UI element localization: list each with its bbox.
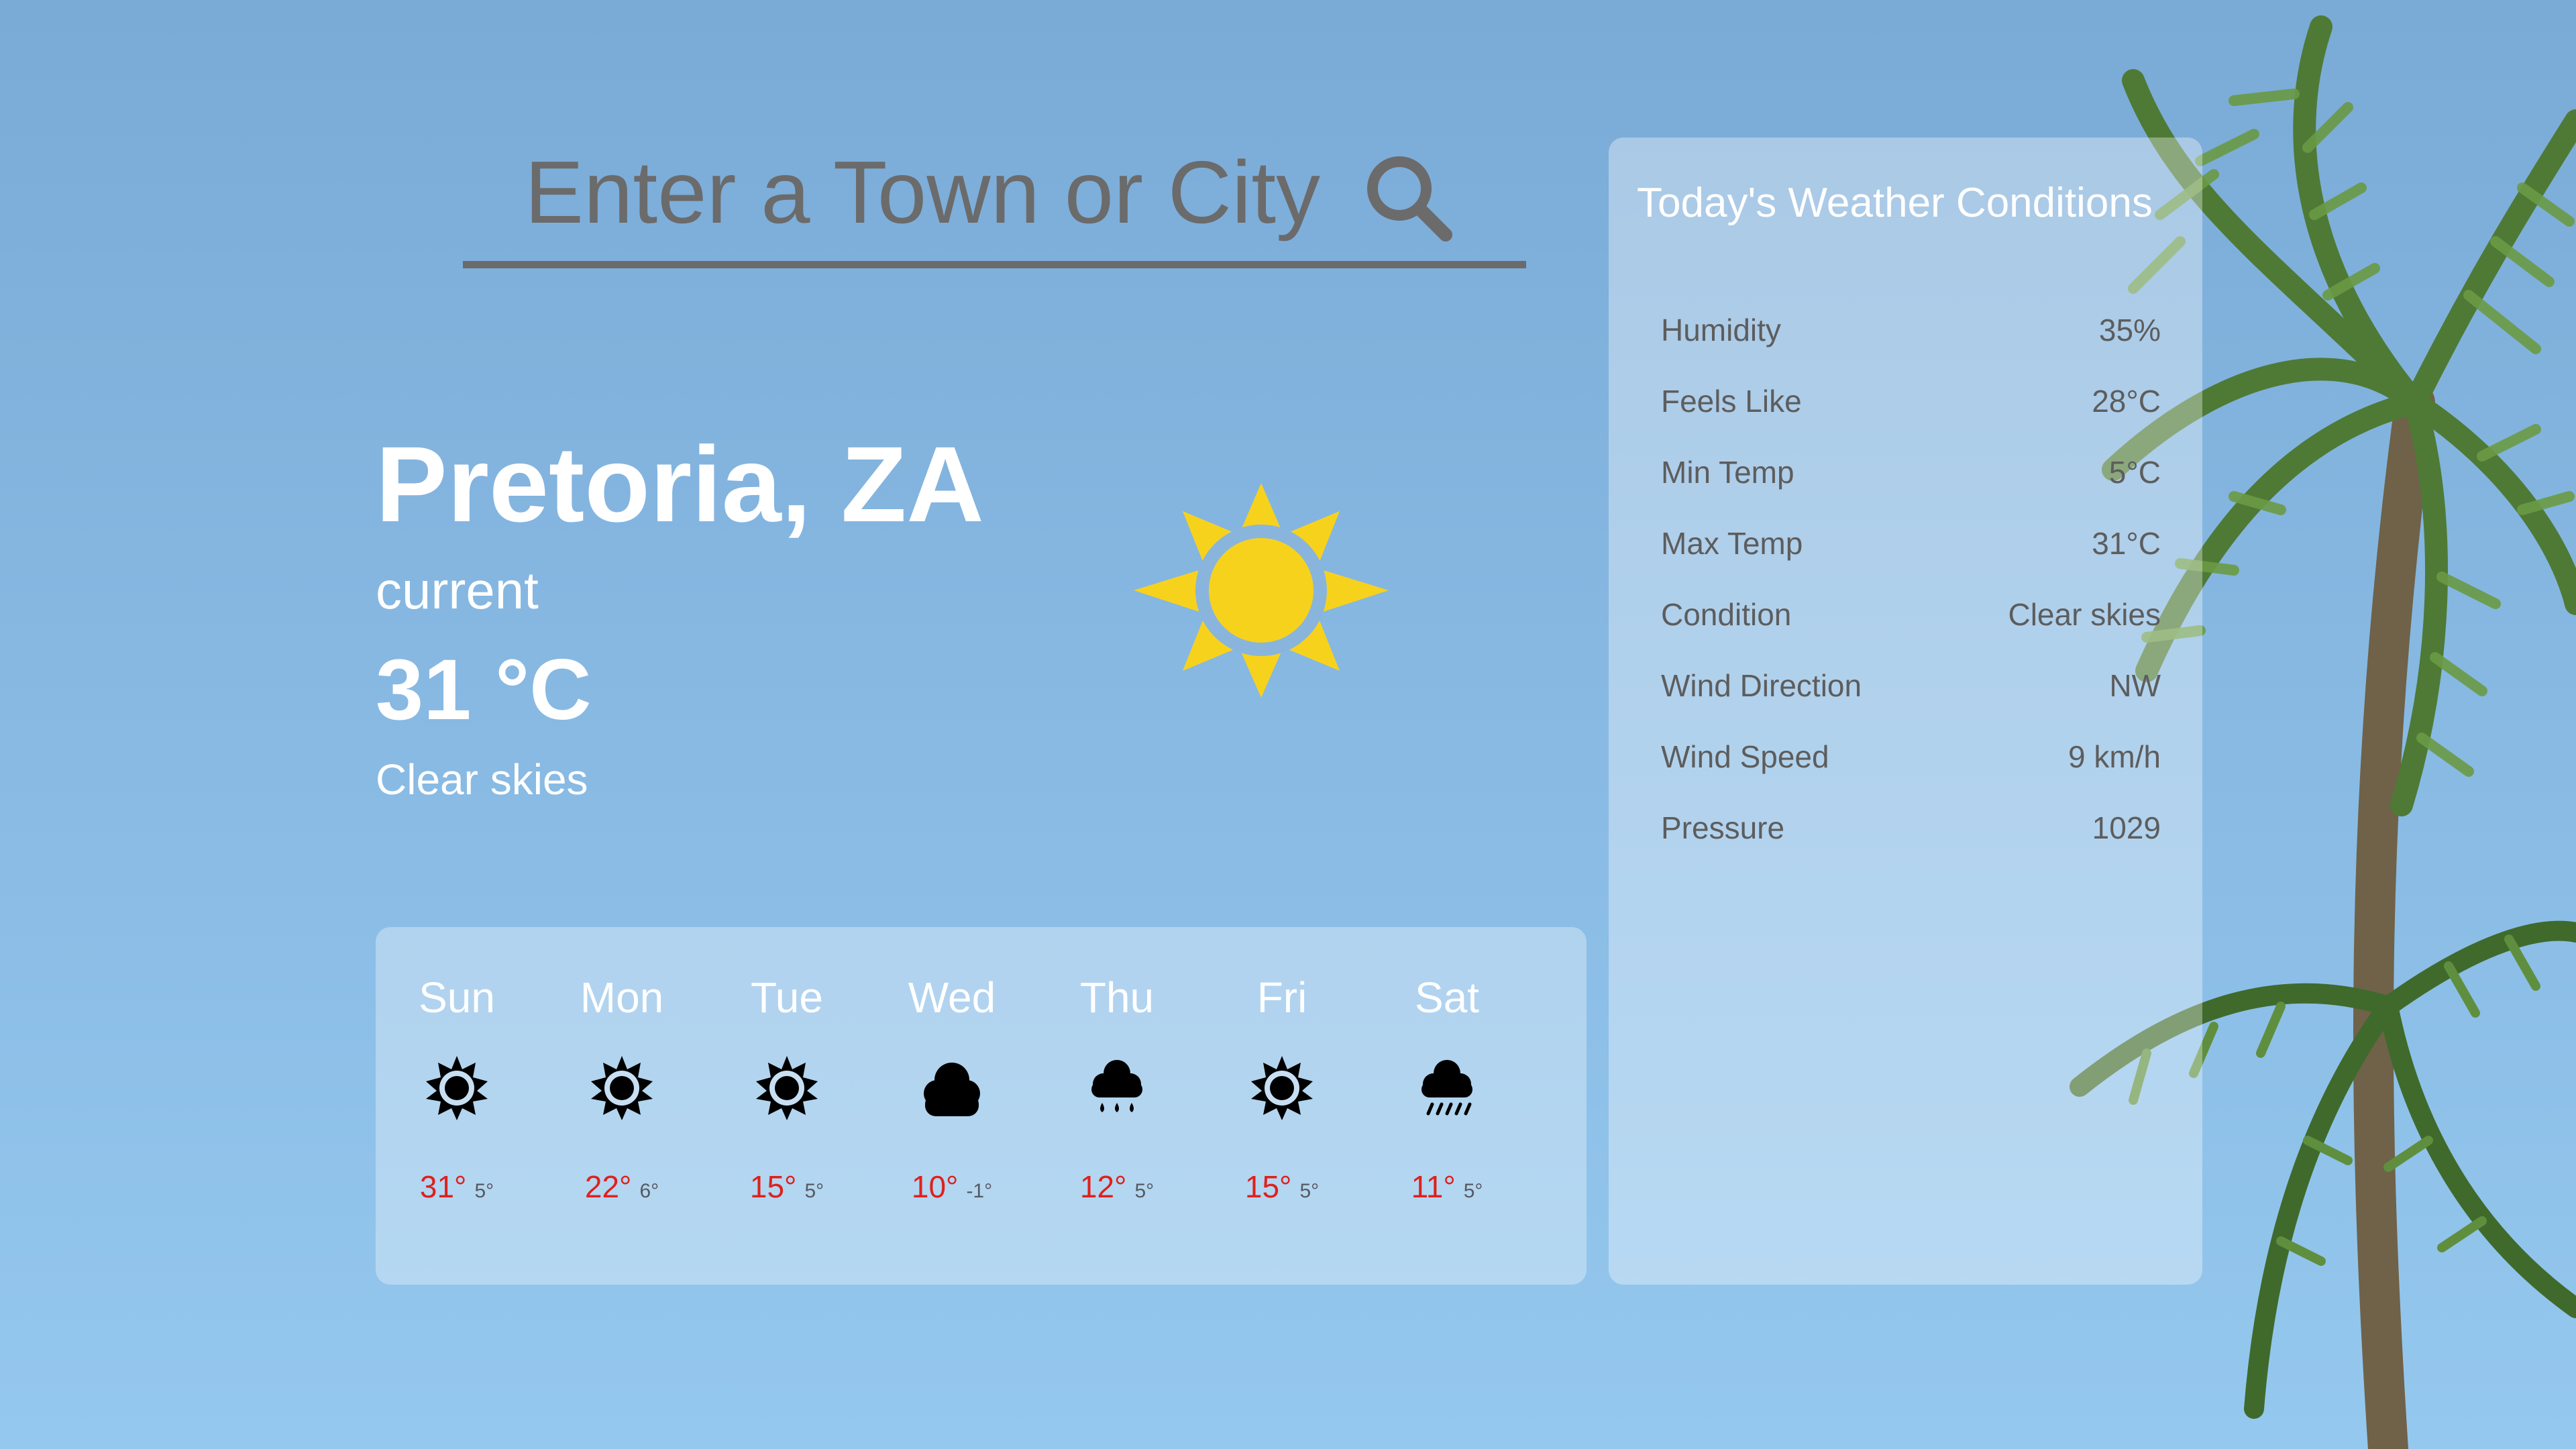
- day-low: -1°: [966, 1180, 993, 1202]
- rain-icon: [1091, 1060, 1142, 1112]
- condition-label: Wind Direction: [1661, 668, 1862, 703]
- day-high: 22°: [584, 1169, 632, 1204]
- search-input[interactable]: [523, 141, 1398, 243]
- day-name: Tue: [751, 973, 823, 1022]
- day-name: Mon: [580, 973, 664, 1022]
- condition-row-wind-direction: Wind Direction NW: [1661, 667, 2161, 714]
- condition-label: Condition: [1661, 597, 1792, 632]
- condition-value: 35%: [2098, 313, 2161, 347]
- conditions-title: Today's Weather Conditions: [1637, 180, 2153, 226]
- day-temps: 15° 5°: [706, 1169, 867, 1205]
- day-high: 10°: [911, 1169, 959, 1204]
- weather-app: Pretoria, ZA current 31 °C Clear skies S…: [0, 0, 2576, 1449]
- condition-row-feels-like: Feels Like 28°C: [1661, 383, 2161, 430]
- day-low: 5°: [804, 1180, 824, 1202]
- condition-label: Min Temp: [1661, 455, 1794, 490]
- condition-row-min-temp: Min Temp 5°C: [1661, 454, 2161, 501]
- city-name: Pretoria, ZA: [376, 424, 984, 544]
- day-low: 6°: [639, 1180, 659, 1202]
- day-high: 31°: [419, 1169, 467, 1204]
- forecast-day: Sun 31° 5°: [376, 927, 537, 1285]
- conditions-panel: Today's Weather Conditions Humidity 35% …: [1609, 138, 2202, 1285]
- day-high: 15°: [749, 1169, 797, 1204]
- condition-value: 1029: [2092, 810, 2161, 845]
- forecast-panel: Sun 31° 5° Mon 22° 6° Tue 15° 5° Wed 10°…: [376, 927, 1587, 1285]
- day-temps: 11° 5°: [1366, 1169, 1527, 1205]
- condition-row-max-temp: Max Temp 31°C: [1661, 525, 2161, 572]
- day-low: 5°: [474, 1180, 494, 1202]
- condition-label: Wind Speed: [1661, 739, 1829, 774]
- day-temps: 12° 5°: [1036, 1169, 1197, 1205]
- sun-icon: [591, 1056, 653, 1120]
- day-name: Sun: [419, 973, 495, 1022]
- day-low: 5°: [1299, 1180, 1320, 1202]
- condition-label: Humidity: [1661, 313, 1781, 347]
- condition-label: Pressure: [1661, 810, 1785, 845]
- condition-row-humidity: Humidity 35%: [1661, 312, 2161, 359]
- condition-row-pressure: Pressure 1029: [1661, 810, 2161, 857]
- condition-value: 31°C: [2092, 526, 2161, 561]
- condition-value: 28°C: [2092, 384, 2161, 419]
- day-high: 11°: [1411, 1169, 1456, 1204]
- heavy-rain-icon: [1421, 1060, 1472, 1116]
- search-icon[interactable]: [1362, 151, 1456, 245]
- condition-value: 9 km/h: [2068, 739, 2161, 774]
- sun-icon: [1251, 1056, 1313, 1120]
- condition-row-condition: Condition Clear skies: [1661, 596, 2161, 643]
- sun-icon: [756, 1056, 818, 1120]
- condition-value: NW: [2109, 668, 2161, 703]
- cloud-icon: [924, 1063, 980, 1116]
- current-label: current: [376, 561, 539, 620]
- day-name: Thu: [1079, 973, 1155, 1022]
- forecast-day: Thu 12° 5°: [1036, 927, 1197, 1285]
- day-temps: 15° 5°: [1201, 1169, 1362, 1205]
- condition-value: Clear skies: [2008, 597, 2161, 632]
- forecast-day: Sat 11° 5°: [1366, 927, 1527, 1285]
- day-temps: 22° 6°: [541, 1169, 702, 1205]
- day-temps: 10° -1°: [871, 1169, 1032, 1205]
- day-name: Fri: [1256, 973, 1307, 1022]
- condition-label: Feels Like: [1661, 384, 1802, 419]
- condition-row-wind-speed: Wind Speed 9 km/h: [1661, 739, 2161, 786]
- day-low: 5°: [1463, 1180, 1483, 1202]
- forecast-day: Fri 15° 5°: [1201, 927, 1362, 1285]
- day-low: 5°: [1134, 1180, 1155, 1202]
- forecast-day: Tue 15° 5°: [706, 927, 867, 1285]
- condition-value: 5°C: [2108, 455, 2161, 490]
- day-high: 12°: [1079, 1169, 1127, 1204]
- current-condition: Clear skies: [376, 755, 588, 804]
- day-temps: 31° 5°: [376, 1169, 537, 1205]
- forecast-day: Mon 22° 6°: [541, 927, 702, 1285]
- day-name: Wed: [908, 973, 996, 1022]
- sun-icon: [1134, 483, 1389, 698]
- forecast-day: Wed 10° -1°: [871, 927, 1032, 1285]
- day-name: Sat: [1414, 973, 1480, 1022]
- current-temperature: 31 °C: [376, 642, 592, 738]
- condition-label: Max Temp: [1661, 526, 1803, 561]
- day-high: 15°: [1244, 1169, 1292, 1204]
- sun-icon: [426, 1056, 488, 1120]
